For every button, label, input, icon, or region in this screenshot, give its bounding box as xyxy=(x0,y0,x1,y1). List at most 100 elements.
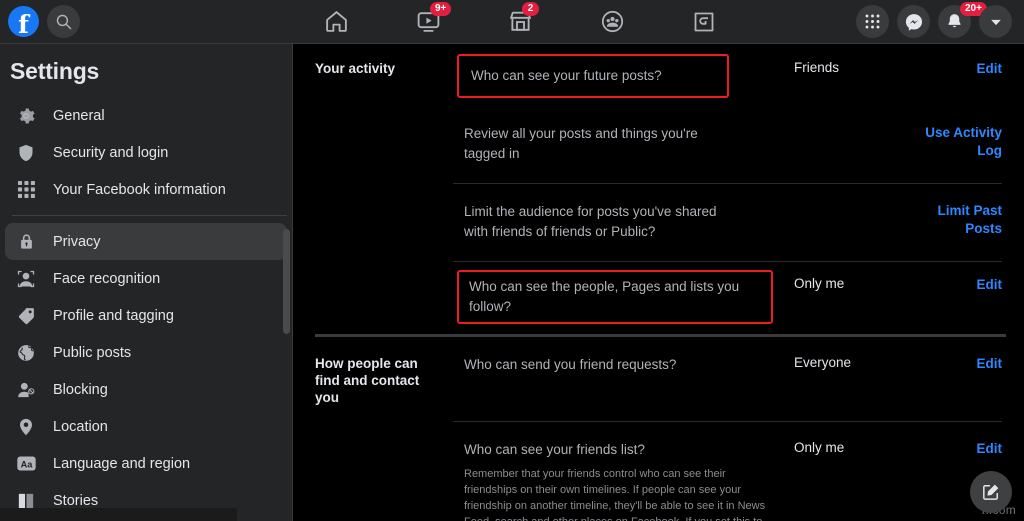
setting-value: Only me xyxy=(794,276,845,291)
sidebar-item-label: General xyxy=(53,107,105,124)
shield-icon xyxy=(15,142,37,164)
menu-grid-icon[interactable] xyxy=(856,5,889,38)
sidebar-item-label: Language and region xyxy=(53,455,191,472)
setting-value: Only me xyxy=(794,440,845,455)
edit-link[interactable]: Edit xyxy=(977,441,1003,456)
language-aa-icon: Aa xyxy=(15,453,37,475)
bell-notification-icon[interactable]: 20+ xyxy=(938,2,987,38)
facebook-logo-letter: f xyxy=(18,10,29,37)
sidebar-item-language-and-region[interactable]: Aa Language and region xyxy=(5,445,287,482)
messenger-icon[interactable] xyxy=(897,5,930,38)
tag-icon xyxy=(15,305,37,327)
location-pin-icon xyxy=(15,416,37,438)
privacy-settings-content: Your activity Who can see your future po… xyxy=(293,44,1024,521)
nav-right-group: 20+ xyxy=(856,2,1024,38)
section-heading: How people can find and contact you xyxy=(315,356,420,405)
sidebar-item-privacy[interactable]: Privacy xyxy=(5,223,287,260)
person-block-icon xyxy=(15,379,37,401)
chevron-down-icon[interactable] xyxy=(979,5,1012,38)
setting-row: Review all your posts and things you're … xyxy=(293,106,1024,184)
setting-row: Limit the audience for posts you've shar… xyxy=(293,184,1024,262)
sidebar-scrollbar[interactable] xyxy=(283,229,290,334)
gear-icon xyxy=(15,105,37,127)
lock-icon xyxy=(15,231,37,253)
sidebar-item-profile-and-tagging[interactable]: Profile and tagging xyxy=(5,297,287,334)
facebook-logo[interactable]: f xyxy=(8,6,39,37)
setting-value xyxy=(794,198,912,202)
sidebar-item-public-posts[interactable]: Public posts xyxy=(5,334,287,371)
section-your-activity: Your activity Who can see your future po… xyxy=(293,44,1024,334)
setting-row: Who can see your friends list? Remember … xyxy=(293,422,1024,521)
setting-row: Your activity Who can see your future po… xyxy=(293,44,1024,106)
question-cell: Limit the audience for posts you've shar… xyxy=(445,198,794,246)
sidebar-item-face-recognition[interactable]: Face recognition xyxy=(5,260,287,297)
question-cell: Who can see your future posts? xyxy=(445,54,794,98)
sidebar-item-label: Stories xyxy=(53,492,99,509)
page-title: Settings xyxy=(10,58,100,84)
svg-text:Aa: Aa xyxy=(20,459,33,469)
sidebar-item-blocking[interactable]: Blocking xyxy=(5,371,287,408)
setting-value xyxy=(794,120,912,124)
section-how-people-can-find-you: How people can find and contact you Who … xyxy=(293,337,1024,521)
grid-dots-icon xyxy=(15,179,37,201)
edit-action: Edit xyxy=(912,436,1024,458)
section-heading-spacer xyxy=(293,198,445,202)
sidebar-item-general[interactable]: General xyxy=(5,97,287,134)
sidebar-item-label: Your Facebook information xyxy=(53,181,226,198)
globe-icon xyxy=(15,342,37,364)
marketplace-shop-icon[interactable]: 2 xyxy=(492,1,548,42)
setting-question[interactable]: Who can see the people, Pages and lists … xyxy=(457,270,773,324)
question-cell: Who can see the people, Pages and lists … xyxy=(445,270,794,324)
status-bar-url xyxy=(0,508,237,521)
compose-edit-icon[interactable] xyxy=(970,471,1012,513)
question-cell: Who can send you friend requests? xyxy=(445,351,794,379)
home-icon[interactable] xyxy=(308,2,364,42)
limit-past-posts-link[interactable]: Limit Past Posts xyxy=(937,203,1002,236)
section-heading-spacer xyxy=(293,436,445,440)
setting-question: Review all your posts and things you're … xyxy=(464,126,698,161)
search-icon[interactable] xyxy=(47,5,80,38)
sidebar-divider xyxy=(12,215,287,216)
face-scan-icon xyxy=(15,268,37,290)
settings-sidebar: Settings General Security and login Your xyxy=(0,44,293,521)
edit-action: Edit xyxy=(912,272,1024,294)
nav-center-group: 9+ 2 xyxy=(290,1,750,42)
edit-action: Edit xyxy=(912,351,1024,373)
watch-badge: 9+ xyxy=(430,1,452,16)
sidebar-item-label: Blocking xyxy=(53,381,108,398)
section-heading: Your activity xyxy=(315,61,396,76)
question-cell: Review all your posts and things you're … xyxy=(445,120,794,168)
section-heading-spacer xyxy=(293,272,445,276)
gaming-icon[interactable] xyxy=(676,2,732,42)
setting-value: Everyone xyxy=(794,355,852,370)
edit-link[interactable]: Edit xyxy=(977,277,1003,292)
setting-row: Who can see the people, Pages and lists … xyxy=(293,262,1024,334)
setting-question[interactable]: Who can see your future posts? xyxy=(457,54,729,98)
setting-row: How people can find and contact you Who … xyxy=(293,337,1024,422)
use-activity-log-link[interactable]: Use Activity Log xyxy=(925,125,1002,158)
setting-question: Who can send you friend requests? xyxy=(464,357,677,372)
sidebar-item-your-facebook-information[interactable]: Your Facebook information xyxy=(5,171,287,208)
question-cell: Who can see your friends list? Remember … xyxy=(445,436,794,521)
edit-action: Edit xyxy=(912,56,1024,78)
watch-video-icon[interactable]: 9+ xyxy=(400,1,456,42)
setting-question: Limit the audience for posts you've shar… xyxy=(464,204,717,239)
sidebar-item-label: Public posts xyxy=(53,344,132,361)
setting-description: Remember that your friends control who c… xyxy=(464,468,766,521)
sidebar-item-label: Security and login xyxy=(53,144,169,161)
sidebar-item-location[interactable]: Location xyxy=(5,408,287,445)
sidebar-item-security-and-login[interactable]: Security and login xyxy=(5,134,287,171)
nav-left-group: f xyxy=(0,5,300,38)
sidebar-item-label: Profile and tagging xyxy=(53,307,174,324)
section-heading-spacer xyxy=(293,120,445,124)
limit-past-posts-action: Limit Past Posts xyxy=(912,198,1024,238)
setting-question: Who can see your friends list? xyxy=(464,442,645,457)
sidebar-item-label: Privacy xyxy=(53,233,101,250)
sidebar-item-label: Location xyxy=(53,418,108,435)
setting-value: Friends xyxy=(794,60,840,75)
top-navigation-bar: f 9+ 2 20+ xyxy=(0,0,1024,44)
sidebar-item-label: Face recognition xyxy=(53,270,161,287)
edit-link[interactable]: Edit xyxy=(977,356,1003,371)
edit-link[interactable]: Edit xyxy=(977,61,1003,76)
groups-people-icon[interactable] xyxy=(584,2,640,42)
